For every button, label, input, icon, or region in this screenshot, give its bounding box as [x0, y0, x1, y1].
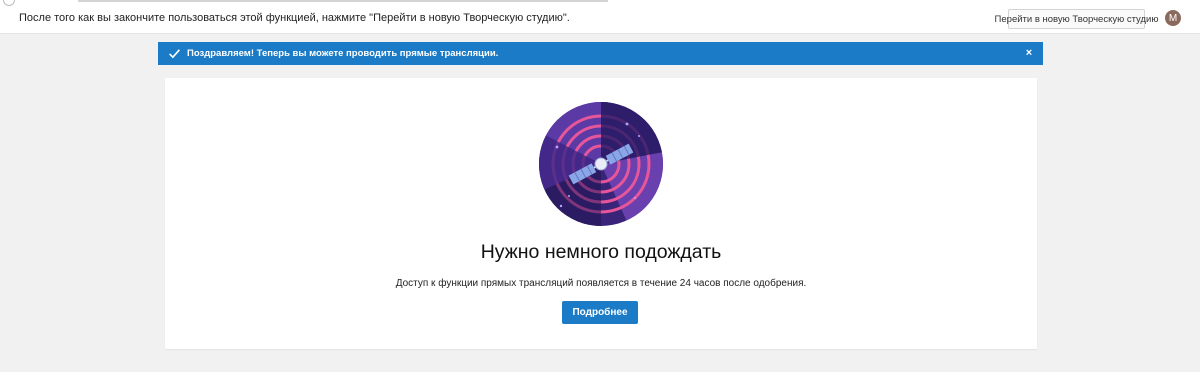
- close-icon[interactable]: ×: [1022, 46, 1036, 60]
- top-notification-bar: После того как вы закончите пользоваться…: [0, 0, 1200, 34]
- avatar[interactable]: M: [1165, 10, 1181, 26]
- banner-message: Поздравляем! Теперь вы можете проводить …: [187, 48, 499, 59]
- page-title: Нужно немного подождать: [480, 241, 722, 263]
- satellite-illustration: [539, 102, 663, 226]
- go-to-new-studio-button[interactable]: Перейти в новую Творческую студию: [995, 9, 1158, 29]
- checkmark-icon: [169, 49, 180, 59]
- browser-control-icon: [3, 0, 15, 6]
- content-card: Нужно немного подождать Доступ к функции…: [165, 78, 1037, 349]
- success-banner: Поздравляем! Теперь вы можете проводить …: [158, 42, 1043, 65]
- address-bar-remnant: [78, 0, 608, 2]
- topbar-message: После того как вы закончите пользоваться…: [19, 12, 570, 24]
- description-text: Доступ к функции прямых трансляций появл…: [395, 278, 807, 289]
- learn-more-button[interactable]: Подробнее: [562, 301, 638, 324]
